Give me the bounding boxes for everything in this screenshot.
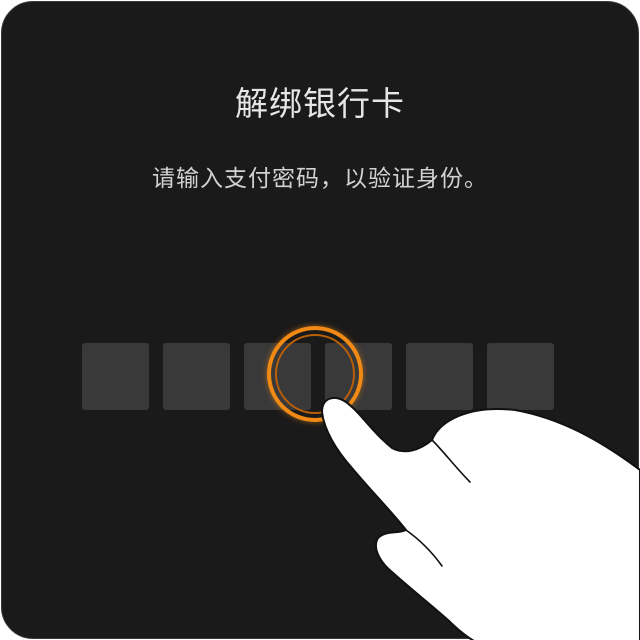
pin-digit-box-5[interactable]	[406, 343, 473, 410]
dialog-title: 解绑银行卡	[235, 84, 405, 123]
pin-digit-box-2[interactable]	[163, 343, 230, 410]
tap-indicator-inner-ring	[275, 334, 355, 414]
dialog-subtitle: 请输入支付密码，以验证身份。	[152, 166, 488, 192]
pin-digit-box-1[interactable]	[82, 343, 149, 410]
verify-password-dialog: 解绑银行卡 请输入支付密码，以验证身份。	[1, 1, 639, 639]
pin-digit-box-6[interactable]	[487, 343, 554, 410]
